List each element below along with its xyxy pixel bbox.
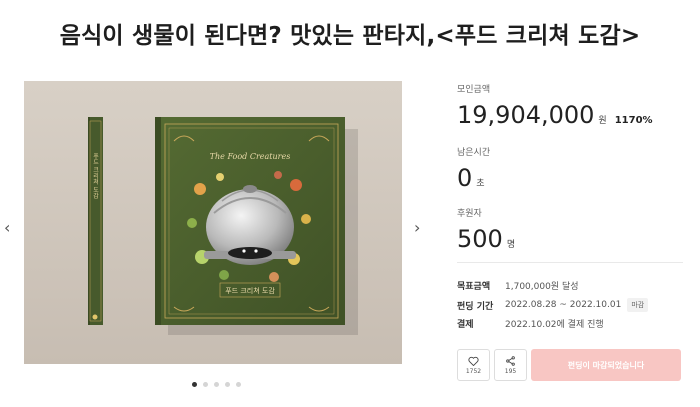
backers-label: 후원자: [457, 209, 482, 219]
funding-closed-button[interactable]: 펀딩이 마감되었습니다: [531, 349, 681, 381]
slide-dot[interactable]: [236, 382, 241, 387]
spine-text: 푸드 크리쳐 도감: [92, 153, 99, 199]
raised-percent: 1170%: [614, 115, 653, 126]
cover-subtitle: 푸드 크리쳐 도감: [225, 286, 275, 295]
goal-row: 목표금액 1,700,000원 달성: [457, 279, 687, 292]
share-icon: [506, 355, 515, 366]
raised-row: 19,904,000 원 1170%: [457, 101, 653, 129]
book-image: 푸드 크리쳐 도감 The Food Creatures 푸드 크리쳐 도감: [24, 81, 402, 364]
goal-value: 1,700,000원 달성: [505, 282, 579, 292]
raised-unit: 원: [598, 116, 607, 126]
payment-row: 결제 2022.10.02에 결제 진행: [457, 317, 687, 330]
period-value: 2022.08.28 ~ 2022.10.01: [505, 300, 622, 310]
period-key: 펀딩 기간: [457, 301, 494, 312]
goal-key: 목표금액: [457, 282, 491, 292]
divider: [457, 262, 683, 263]
backers-row: 500 명: [457, 225, 515, 253]
raised-section: 모인금액 19,904,000 원 1170%: [457, 82, 653, 129]
heart-icon: [468, 356, 479, 366]
payment-key: 결제: [457, 320, 474, 330]
raised-amount: 19,904,000: [457, 101, 595, 129]
like-count: 1752: [465, 367, 482, 375]
time-value: 0: [457, 164, 473, 192]
time-label: 남은시간: [457, 148, 491, 158]
backers-section: 후원자 500 명: [457, 206, 515, 253]
share-button[interactable]: 195: [494, 349, 527, 381]
raised-label: 모인금액: [457, 85, 491, 95]
backers-unit: 명: [506, 240, 516, 250]
share-count: 195: [504, 367, 517, 375]
backers-value: 500: [457, 225, 503, 253]
slide-dot[interactable]: [203, 382, 208, 387]
time-section: 남은시간 0 초: [457, 145, 490, 192]
period-badge: 마감: [627, 298, 649, 312]
slide-dot[interactable]: [214, 382, 219, 387]
next-slide-button[interactable]: ›: [414, 220, 420, 236]
slide-indicator: [192, 382, 241, 387]
page-title: 음식이 생물이 된다면? 맛있는 판타지,<푸드 크리쳐 도감>: [59, 23, 641, 49]
time-unit: 초: [476, 179, 485, 189]
like-button[interactable]: 1752: [457, 349, 490, 381]
slide-dot[interactable]: [192, 382, 197, 387]
payment-value: 2022.10.02에 결제 진행: [505, 320, 604, 330]
period-row: 펀딩 기간 2022.08.28 ~ 2022.10.01 마감: [457, 298, 687, 312]
slide-dot[interactable]: [225, 382, 230, 387]
time-row: 0 초: [457, 164, 490, 192]
prev-slide-button[interactable]: ‹: [4, 220, 10, 236]
cover-title: The Food Creatures: [210, 152, 291, 161]
product-image-gallery[interactable]: 푸드 크리쳐 도감 The Food Creatures 푸드 크리쳐 도감: [24, 81, 402, 364]
